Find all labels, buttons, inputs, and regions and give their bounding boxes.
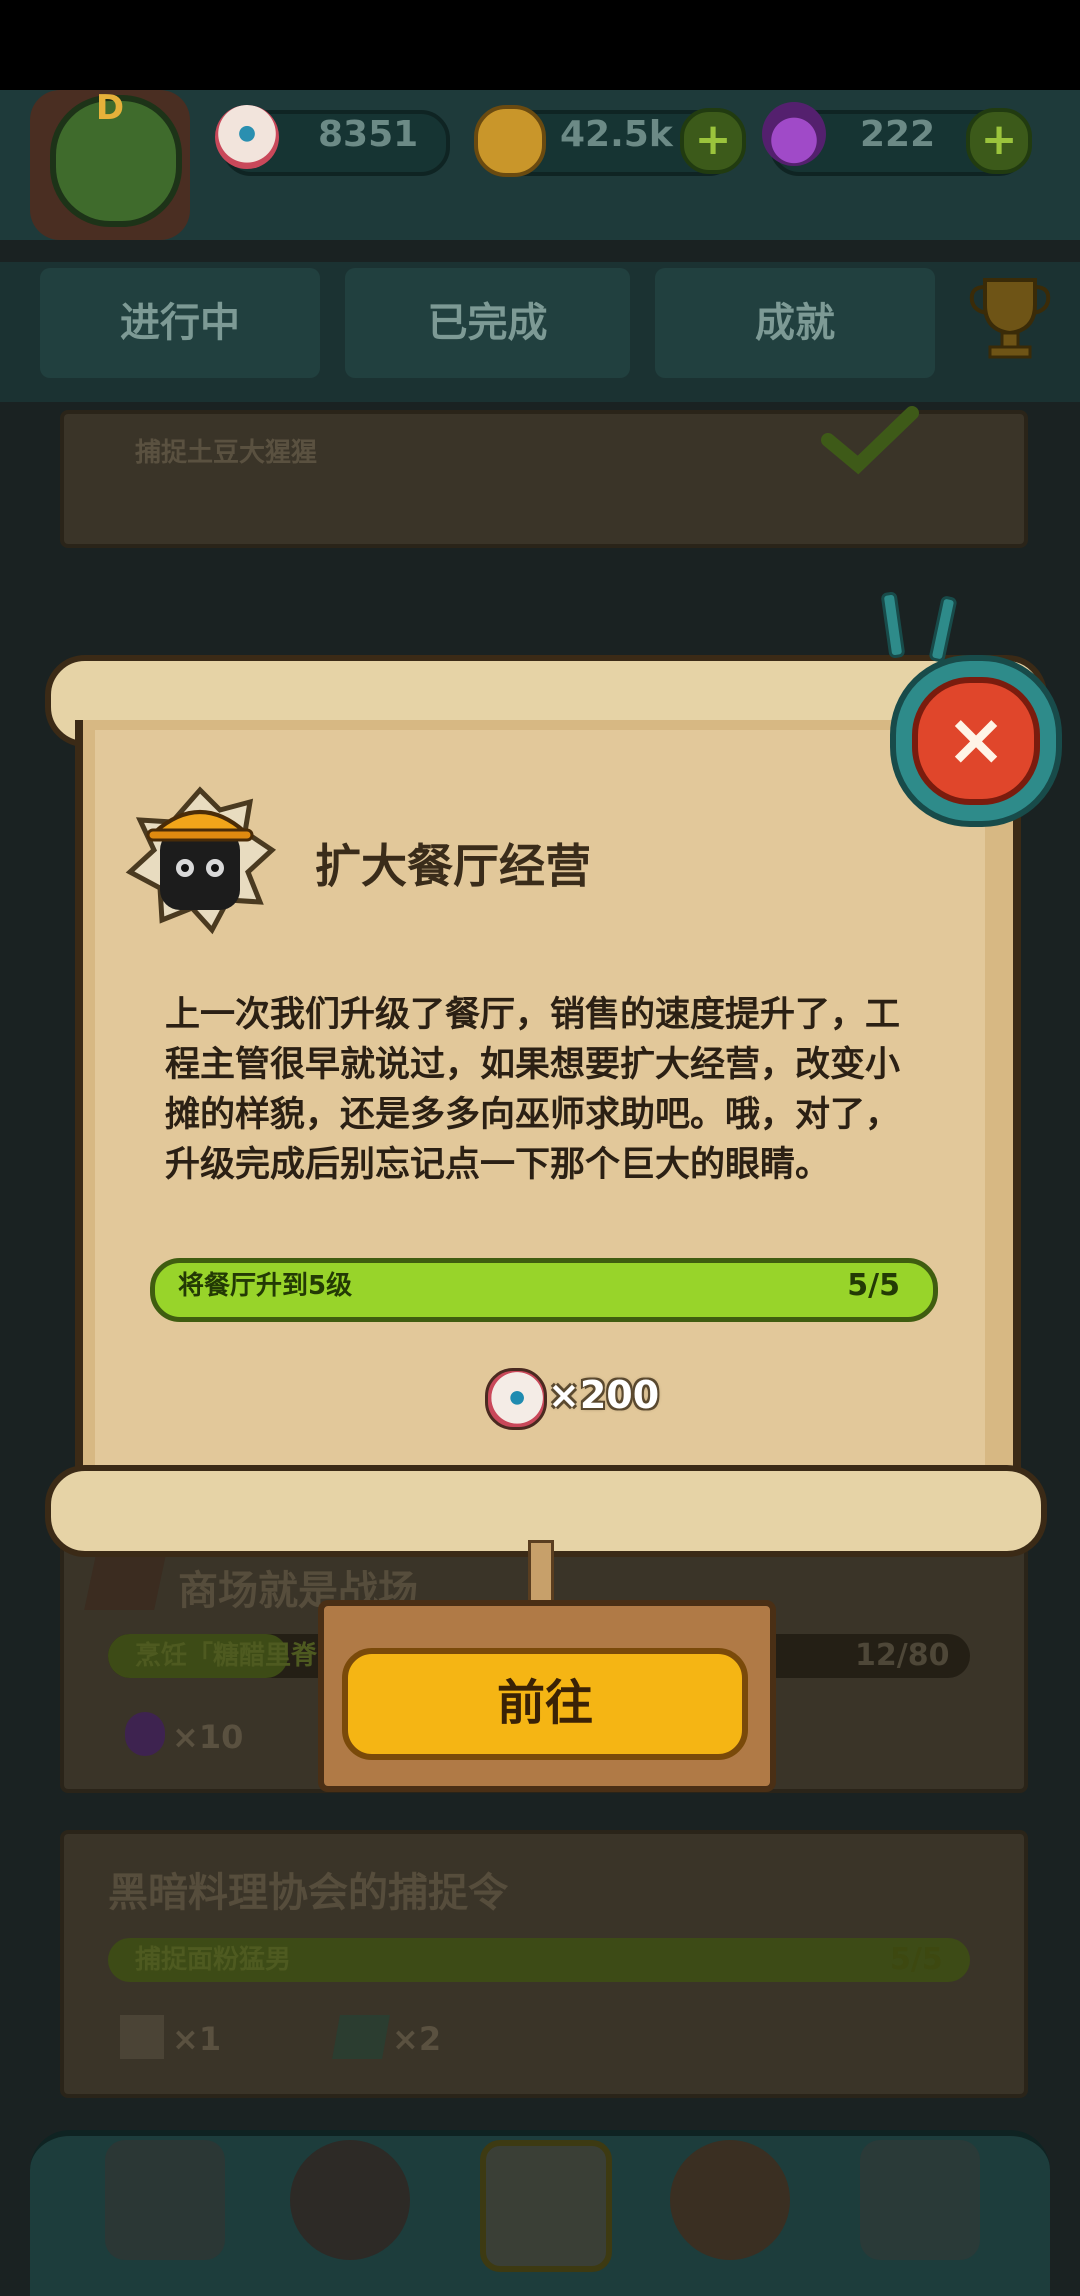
nav-menu-grid-icon[interactable] [860,2140,980,2260]
status-bar [0,0,1080,90]
list-reward-amount: ×2 [392,2020,442,2058]
quest-giver-portrait [125,786,277,935]
close-antenna-right [928,595,958,663]
nav-quest-book-icon[interactable] [480,2140,612,2272]
scroll-map-icon [120,2015,164,2059]
list-task-progress: 12/80 [855,1638,950,1673]
eyeball-icon [215,105,279,169]
recipe-card-icon [332,2015,390,2059]
quest-description: 上一次我们升级了餐厅，销售的速度提升了，工程主管很早就说过，如果想要扩大经营，改… [165,995,901,1185]
list-task-label: 捕捉面粉猛男 [135,1945,292,1975]
list-task-label: 烹饪「糖醋里脊 [135,1641,318,1671]
add-potion-button[interactable]: + [966,108,1032,174]
nav-restaurant-icon[interactable] [105,2140,225,2260]
close-button[interactable]: × [912,677,1040,805]
completed-check-icon [821,406,919,475]
task-map-icon [84,1555,166,1610]
go-button[interactable]: 前往 [342,1648,748,1760]
potion-icon [762,102,826,166]
nav-coin-bag-icon[interactable] [670,2140,790,2260]
quest-task-progress: 5/5 [847,1268,900,1303]
eyeball-count: 8351 [318,114,419,155]
avatar-level-letter: D [95,88,125,128]
list-reward-amount: ×1 [172,2020,222,2058]
trophy-icon[interactable] [960,265,1060,365]
potion-icon [125,1712,165,1756]
close-antenna-left [880,591,906,659]
add-coin-button[interactable]: + [680,108,746,174]
tab-completed[interactable]: 已完成 [345,268,630,378]
potion-count: 222 [860,114,936,155]
quest-task-label: 将餐厅升到5级 [178,1271,353,1301]
list-item-title: 黑暗料理协会的捕捉令 [108,1870,508,1916]
reward-amount: ×200 [548,1373,660,1417]
list-reward-amount: ×10 [172,1718,244,1756]
tab-in-progress[interactable]: 进行中 [40,268,320,378]
quest-title: 扩大餐厅经营 [315,839,591,893]
coin-count: 42.5k [560,114,673,155]
list-item-subtitle: 捕捉土豆大猩猩 [135,438,318,468]
list-task-progress: 5/5 [890,1942,943,1977]
eyeball-icon [485,1368,547,1430]
coin-icon [474,105,546,177]
tab-achievements[interactable]: 成就 [655,268,935,378]
nav-monster-icon[interactable] [290,2140,410,2260]
